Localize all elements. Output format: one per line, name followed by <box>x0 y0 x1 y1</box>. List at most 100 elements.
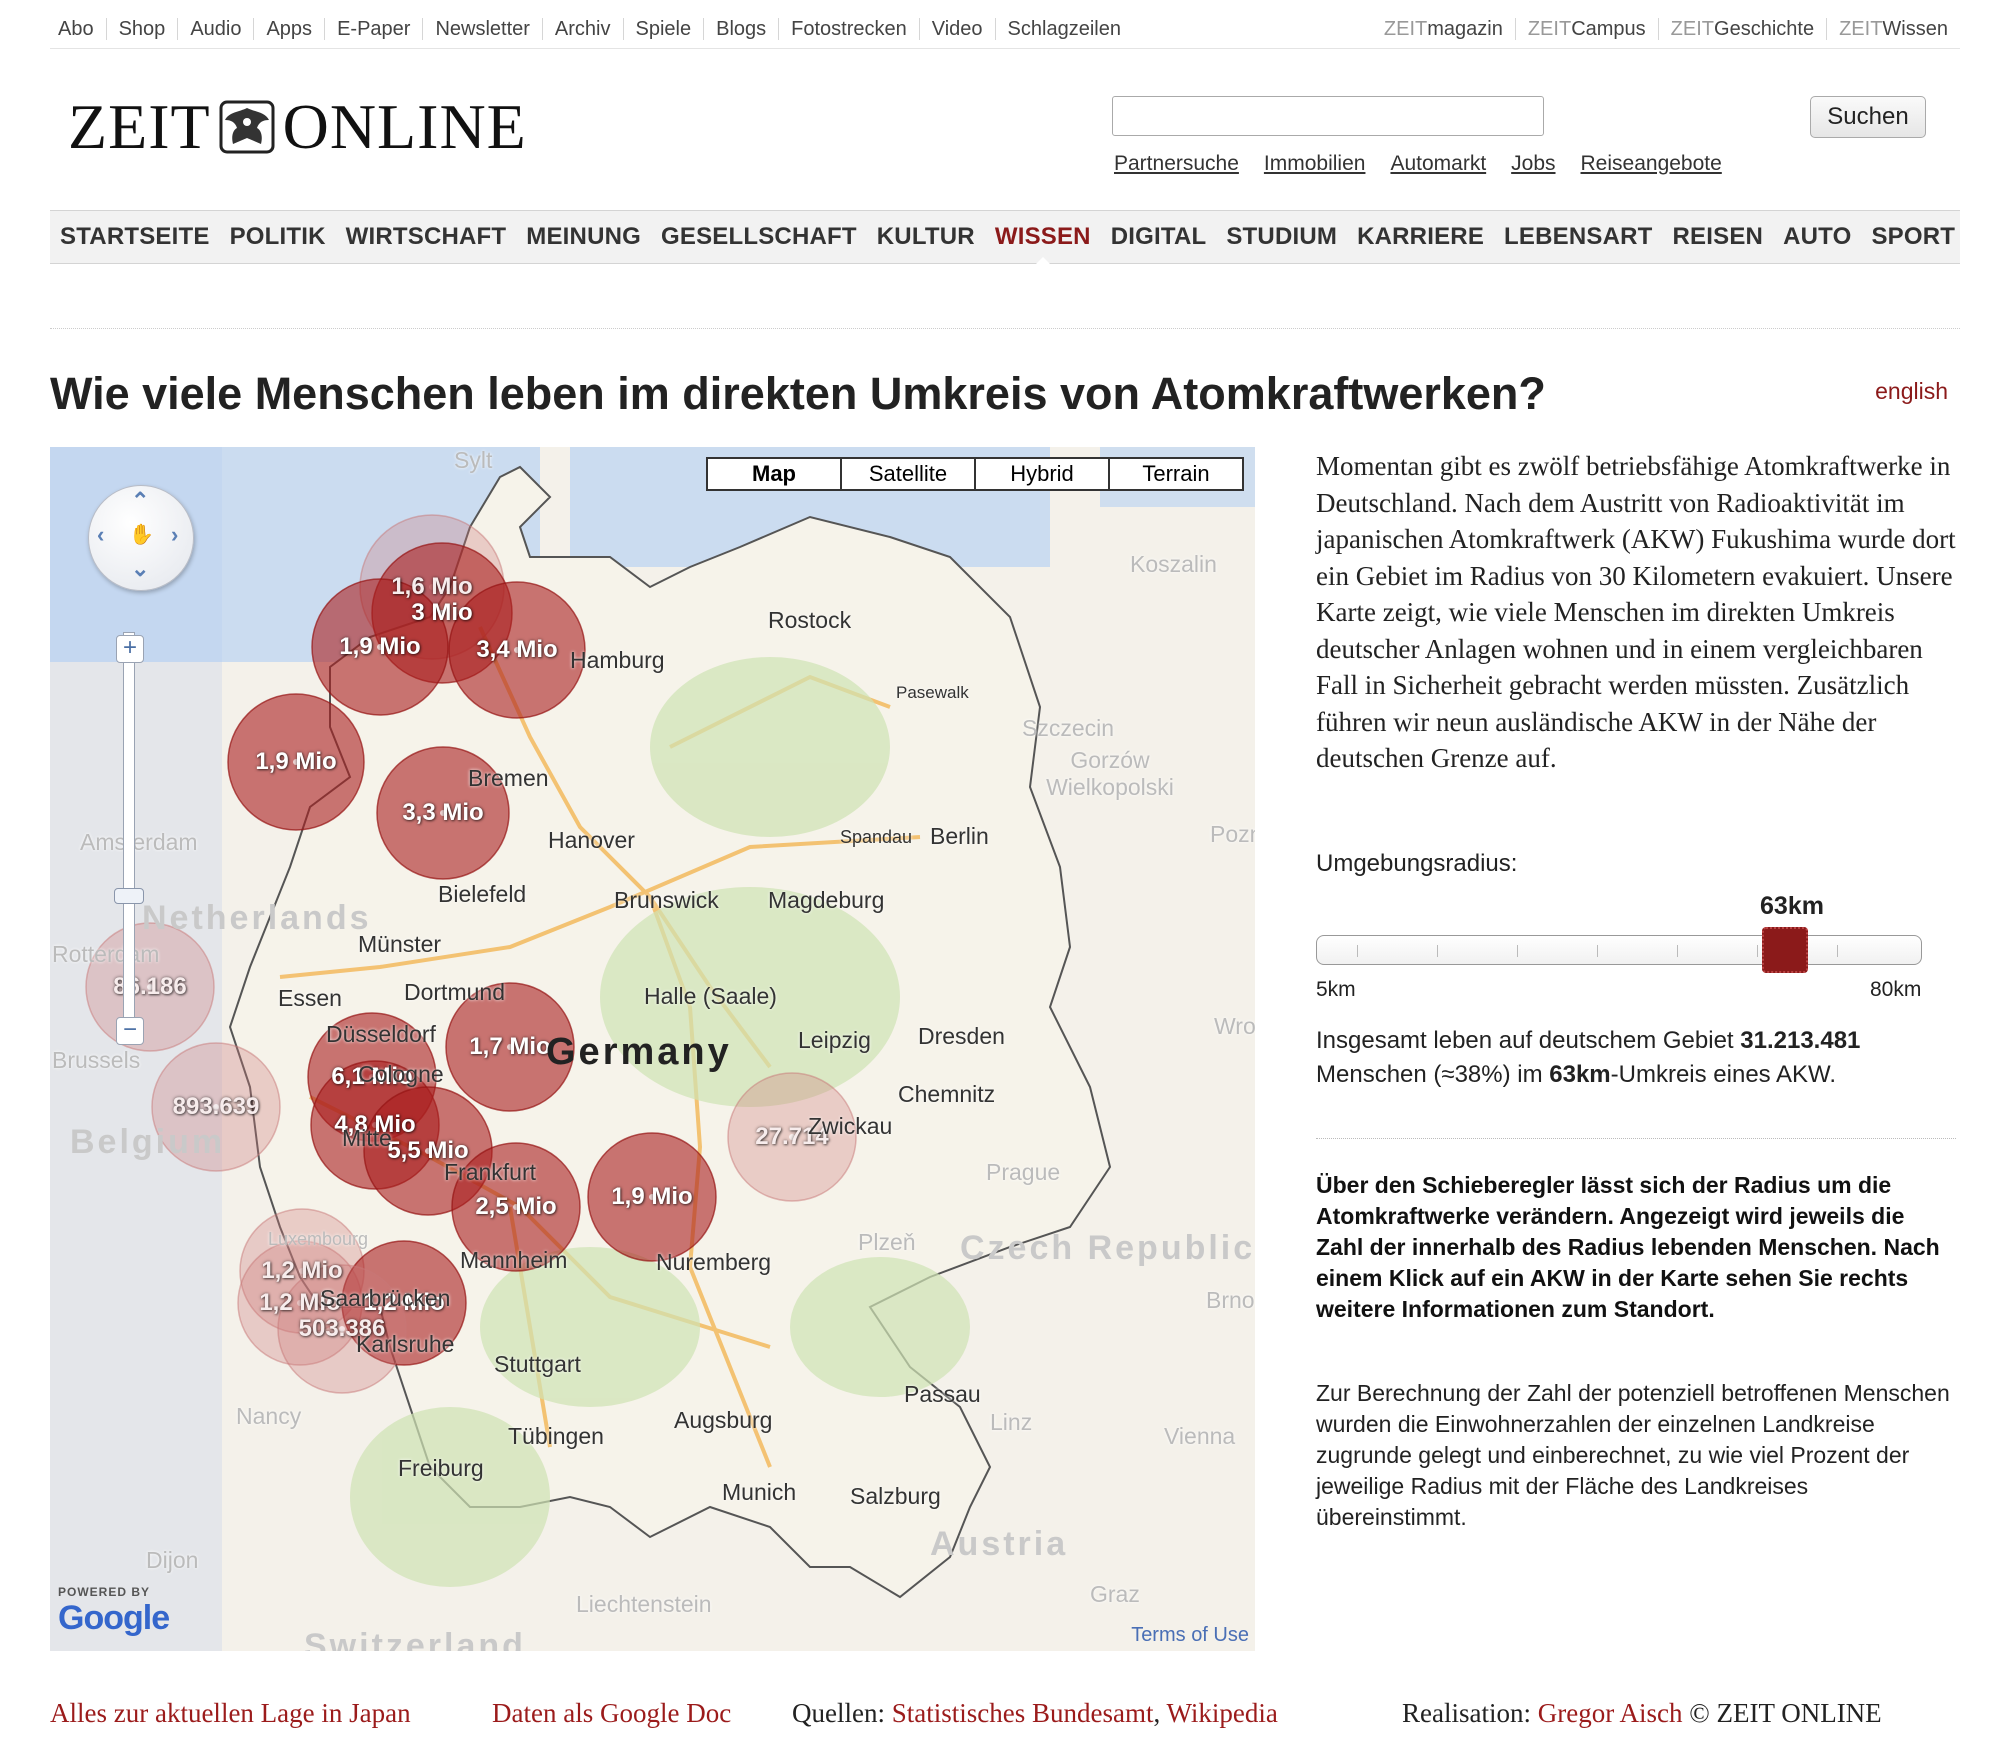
nav-digital[interactable]: DIGITAL <box>1101 223 1217 251</box>
city-magdeburg: Magdeburg <box>768 887 885 913</box>
label-prague: Prague <box>986 1159 1061 1185</box>
topbar-link-schlagzeilen[interactable]: Schlagzeilen <box>994 18 1133 40</box>
label-koszalin: Koszalin <box>1130 551 1217 577</box>
slider-tick <box>1597 945 1598 957</box>
radius-slider-handle[interactable] <box>1762 927 1808 973</box>
map-type-terrain[interactable]: Terrain <box>1108 459 1242 489</box>
search-input[interactable] <box>1112 96 1544 136</box>
english-version-link[interactable]: english <box>1875 378 1948 405</box>
copyright: © ZEIT ONLINE <box>1682 1698 1882 1728</box>
plant-population-label: 893.639 <box>172 1093 260 1120</box>
slider-tick <box>1837 945 1838 957</box>
city-zwickau: Zwickau <box>808 1113 893 1139</box>
topbar-link-fotostrecken[interactable]: Fotostrecken <box>778 18 919 40</box>
plant-population-label: 3,4 Mio <box>476 636 558 663</box>
city-nuremberg: Nuremberg <box>656 1249 772 1275</box>
nav-lebensart[interactable]: LEBENSART <box>1494 223 1662 251</box>
topbar-link-video[interactable]: Video <box>918 18 995 40</box>
slider-tick <box>1517 945 1518 957</box>
radius-label: Umgebungsradius: <box>1316 850 1518 877</box>
classifieds-links: Partnersuche Immobilien Automarkt Jobs R… <box>1114 152 1747 176</box>
city-frankfurt: Frankfurt <box>444 1159 537 1185</box>
search-button[interactable]: Suchen <box>1810 96 1926 138</box>
label-austria: Austria <box>930 1525 1069 1563</box>
zeit-online-logo[interactable]: ZEIT ONLINE <box>68 91 527 162</box>
map-type-satellite[interactable]: Satellite <box>840 459 974 489</box>
nuclear-plants-map[interactable]: 1,6 Mio 3 Mio 1,9 Mio 3,4 Mio 1,9 Mio 3,3 Mio… <box>50 447 1255 1651</box>
radius-slider-track[interactable] <box>1316 935 1922 965</box>
plant-population-label: 1,7 Mio <box>469 1033 551 1060</box>
city-mitte: Mitte <box>342 1125 392 1151</box>
topbar-link-archiv[interactable]: Archiv <box>541 18 623 40</box>
nav-wissen[interactable]: WISSEN <box>985 223 1101 266</box>
hand-icon: ✋ <box>129 524 154 546</box>
city-chemnitz: Chemnitz <box>898 1081 996 1107</box>
link-immobilien[interactable]: Immobilien <box>1264 152 1366 176</box>
topbar-link-newsletter[interactable]: Newsletter <box>422 18 541 40</box>
nav-reisen[interactable]: REISEN <box>1663 223 1774 251</box>
zoom-out-button[interactable]: − <box>116 1017 144 1045</box>
link-jobs[interactable]: Jobs <box>1511 152 1555 176</box>
city-stuttgart: Stuttgart <box>494 1351 581 1377</box>
plant-population-label: 1,9 Mio <box>255 748 337 775</box>
city-brunswick: Brunswick <box>614 887 719 913</box>
pan-right-icon[interactable]: › <box>171 522 178 548</box>
link-partnersuche[interactable]: Partnersuche <box>1114 152 1239 176</box>
zoom-in-button[interactable]: + <box>116 635 144 663</box>
label-plzen: Plzeň <box>858 1229 916 1255</box>
label-gorzow: Gorzów Wielkopolski <box>1046 747 1174 800</box>
nav-startseite[interactable]: STARTSEITE <box>50 223 220 251</box>
logo-text-online: ONLINE <box>282 91 527 162</box>
nav-auto[interactable]: AUTO <box>1773 223 1861 251</box>
link-reiseangebote[interactable]: Reiseangebote <box>1581 152 1722 176</box>
city-berlin: Berlin <box>930 823 989 849</box>
nav-studium[interactable]: STUDIUM <box>1216 223 1347 251</box>
map-type-map[interactable]: Map <box>708 459 840 489</box>
nav-meinung[interactable]: MEINUNG <box>516 223 651 251</box>
city-mannheim: Mannheim <box>460 1247 568 1273</box>
brand-link-zeitgeschichte[interactable]: ZEITGeschichte <box>1657 18 1826 40</box>
city-bremen: Bremen <box>468 765 549 791</box>
city-cologne: Cologne <box>358 1061 444 1087</box>
pan-up-icon[interactable]: ⌃ <box>131 488 149 514</box>
nav-politik[interactable]: POLITIK <box>220 223 336 251</box>
map-type-hybrid[interactable]: Hybrid <box>974 459 1108 489</box>
topbar-link-blogs[interactable]: Blogs <box>703 18 778 40</box>
service-links-left: Abo Shop Audio Apps E-Paper Newsletter A… <box>50 18 1133 40</box>
brand-link-zeitwissen[interactable]: ZEITWissen <box>1826 18 1960 40</box>
link-automarkt[interactable]: Automarkt <box>1390 152 1486 176</box>
label-poznan: Poznań <box>1210 821 1255 847</box>
nav-kultur[interactable]: KULTUR <box>867 223 985 251</box>
brand-link-zeitcampus[interactable]: ZEITCampus <box>1514 18 1658 40</box>
nav-sport[interactable]: SPORT <box>1861 223 1965 251</box>
brand-link-zeitmagazin[interactable]: ZEITmagazin <box>1376 18 1515 40</box>
city-saarbrucken: Saarbrücken <box>320 1285 451 1311</box>
source-destatis-link[interactable]: Statistisches Bundesamt <box>892 1698 1154 1728</box>
label-sylt: Sylt <box>454 447 493 473</box>
topbar-link-shop[interactable]: Shop <box>105 18 178 40</box>
nav-gesellschaft[interactable]: GESELLSCHAFT <box>651 223 867 251</box>
city-karlsruhe: Karlsruhe <box>356 1331 455 1357</box>
author-link[interactable]: Gregor Aisch <box>1538 1698 1683 1728</box>
zoom-slider-track[interactable] <box>123 632 135 1044</box>
topbar-link-apps[interactable]: Apps <box>253 18 324 40</box>
summary-text: Insgesamt leben auf deutschem Gebiet 31.… <box>1316 1027 1861 1088</box>
terms-of-use-link[interactable]: Terms of Use <box>1131 1624 1249 1647</box>
plant-population-label: 2,5 Mio <box>475 1193 557 1220</box>
zeit-brands: ZEITmagazin ZEITCampus ZEITGeschichte ZE… <box>1376 18 1960 40</box>
source-wikipedia-link[interactable]: Wikipedia <box>1166 1698 1277 1728</box>
label-germany: Germany <box>546 1031 732 1073</box>
nav-wirtschaft[interactable]: WIRTSCHAFT <box>336 223 517 251</box>
pan-down-icon[interactable]: ⌄ <box>131 556 149 582</box>
zoom-slider-handle[interactable] <box>114 888 144 904</box>
nav-karriere[interactable]: KARRIERE <box>1347 223 1494 251</box>
topbar-link-spiele[interactable]: Spiele <box>622 18 704 40</box>
pan-left-icon[interactable]: ‹ <box>97 522 104 548</box>
google-doc-link[interactable]: Daten als Google Doc <box>492 1698 731 1728</box>
topbar-link-epaper[interactable]: E-Paper <box>324 18 422 40</box>
japan-news-link[interactable]: Alles zur aktuellen Lage in Japan <box>50 1698 411 1728</box>
pan-control[interactable]: ⌃ ⌄ ‹ › ✋ <box>88 485 194 591</box>
topbar-link-audio[interactable]: Audio <box>177 18 253 40</box>
topbar-link-abo[interactable]: Abo <box>50 18 106 40</box>
label-czech-republic: Czech Republic <box>960 1229 1255 1267</box>
